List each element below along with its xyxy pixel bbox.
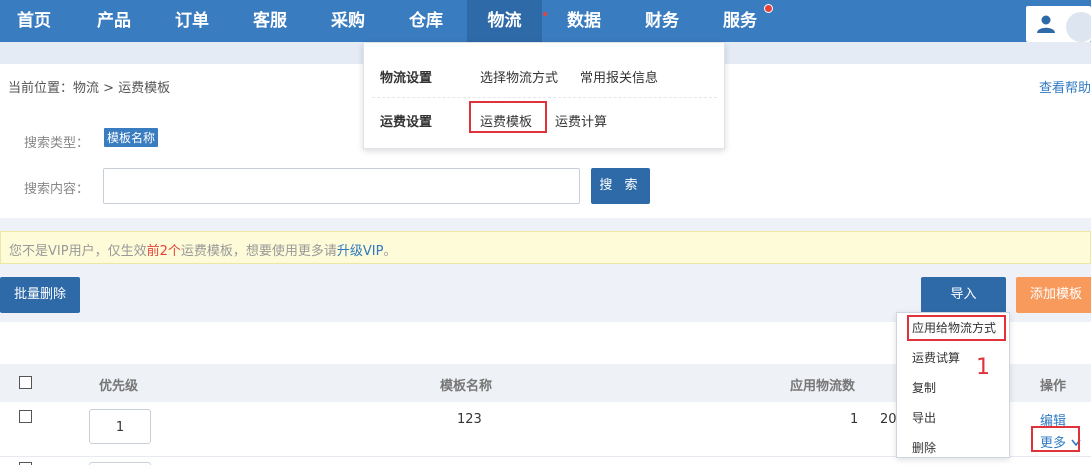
add-template-button[interactable]: 添加模板 bbox=[1016, 277, 1091, 313]
menu-divider bbox=[372, 97, 717, 98]
notification-dot bbox=[543, 12, 547, 16]
breadcrumb: 当前位置：物流 > 运费模板 bbox=[8, 77, 170, 96]
breadcrumb-prefix: 当前位置：物流 > bbox=[8, 81, 115, 96]
more-actions-menu: 应用给物流方式 运费试算 复制 导出 删除 bbox=[896, 312, 1010, 458]
search-type-tag[interactable]: 模板名称 bbox=[104, 128, 159, 147]
nav-home[interactable]: 首页 bbox=[8, 0, 60, 42]
nav-finance[interactable]: 财务 bbox=[634, 0, 690, 42]
nav-logistics[interactable]: 物流 bbox=[467, 0, 542, 42]
menu-copy[interactable]: 复制 bbox=[912, 379, 936, 396]
avatar[interactable] bbox=[1066, 12, 1091, 42]
logistics-settings-heading: 物流设置 bbox=[380, 71, 433, 86]
vip-text-end: 。 bbox=[383, 244, 397, 259]
vip-notice-text: 您不是VIP用户，仅生效前2个运费模板，想要使用更多请升级VIP。 bbox=[9, 240, 396, 259]
vip-text-part1: 您不是VIP用户，仅生效 bbox=[9, 244, 147, 259]
select-all-checkbox[interactable] bbox=[19, 376, 32, 389]
template-name: 123 bbox=[457, 412, 482, 427]
search-button[interactable]: 搜 索 bbox=[591, 168, 650, 204]
nav-services[interactable]: 服务 bbox=[712, 0, 768, 42]
header-actions: 操作 bbox=[1040, 379, 1067, 394]
menu-customs-info[interactable]: 常用报关信息 bbox=[580, 67, 658, 86]
header-logistics-count: 应用物流数 bbox=[790, 379, 856, 394]
highlight-box-apply bbox=[907, 315, 1006, 341]
user-menu[interactable] bbox=[1026, 6, 1091, 42]
nav-warehouse[interactable]: 仓库 bbox=[400, 0, 452, 42]
user-icon bbox=[1037, 15, 1055, 33]
header-priority: 优先级 bbox=[99, 379, 139, 394]
nav-purchasing[interactable]: 采购 bbox=[322, 0, 374, 42]
top-nav: 首页 产品 订单 客服 采购 仓库 物流 数据 财务 服务 bbox=[0, 0, 1091, 42]
truncated-cell: 20 bbox=[880, 412, 897, 427]
help-link[interactable]: 查看帮助 bbox=[1039, 77, 1091, 96]
search-type-label: 搜索类型： bbox=[24, 136, 90, 151]
breadcrumb-current: 运费模板 bbox=[118, 81, 171, 96]
menu-select-logistics[interactable]: 选择物流方式 bbox=[480, 67, 558, 86]
header-template-name: 模板名称 bbox=[440, 379, 493, 394]
menu-delete[interactable]: 删除 bbox=[912, 439, 936, 456]
logistics-dropdown: 物流设置 选择物流方式 常用报关信息 运费设置 运费模板 运费计算 bbox=[363, 42, 725, 149]
upgrade-vip-link[interactable]: 升级VIP bbox=[337, 244, 384, 259]
annotation-number: 1 bbox=[976, 355, 990, 380]
search-content-label: 搜索内容： bbox=[24, 182, 90, 197]
logistics-count: 1 bbox=[850, 412, 859, 427]
menu-freight-trial[interactable]: 运费试算 bbox=[912, 349, 960, 366]
nav-products[interactable]: 产品 bbox=[88, 0, 140, 42]
notification-dot bbox=[764, 4, 773, 13]
priority-input[interactable]: 1 bbox=[89, 409, 151, 444]
row-checkbox[interactable] bbox=[19, 410, 32, 423]
menu-export[interactable]: 导出 bbox=[912, 409, 936, 426]
freight-settings-heading: 运费设置 bbox=[380, 115, 433, 130]
nav-data[interactable]: 数据 bbox=[556, 0, 612, 42]
nav-customer-service[interactable]: 客服 bbox=[244, 0, 296, 42]
search-input[interactable] bbox=[103, 168, 580, 204]
menu-freight-calc[interactable]: 运费计算 bbox=[555, 111, 607, 130]
vip-text-part2: 运费模板，想要使用更多请 bbox=[180, 244, 337, 259]
highlight-box-more bbox=[1031, 426, 1080, 452]
nav-orders[interactable]: 订单 bbox=[166, 0, 218, 42]
batch-delete-button[interactable]: 批量删除 bbox=[0, 277, 80, 313]
vip-text-highlight: 前2个 bbox=[146, 244, 181, 259]
import-button[interactable]: 导入 bbox=[921, 277, 1006, 313]
highlight-box-freight-template bbox=[469, 101, 547, 133]
vip-notice: 您不是VIP用户，仅生效前2个运费模板，想要使用更多请升级VIP。 bbox=[0, 231, 1091, 264]
